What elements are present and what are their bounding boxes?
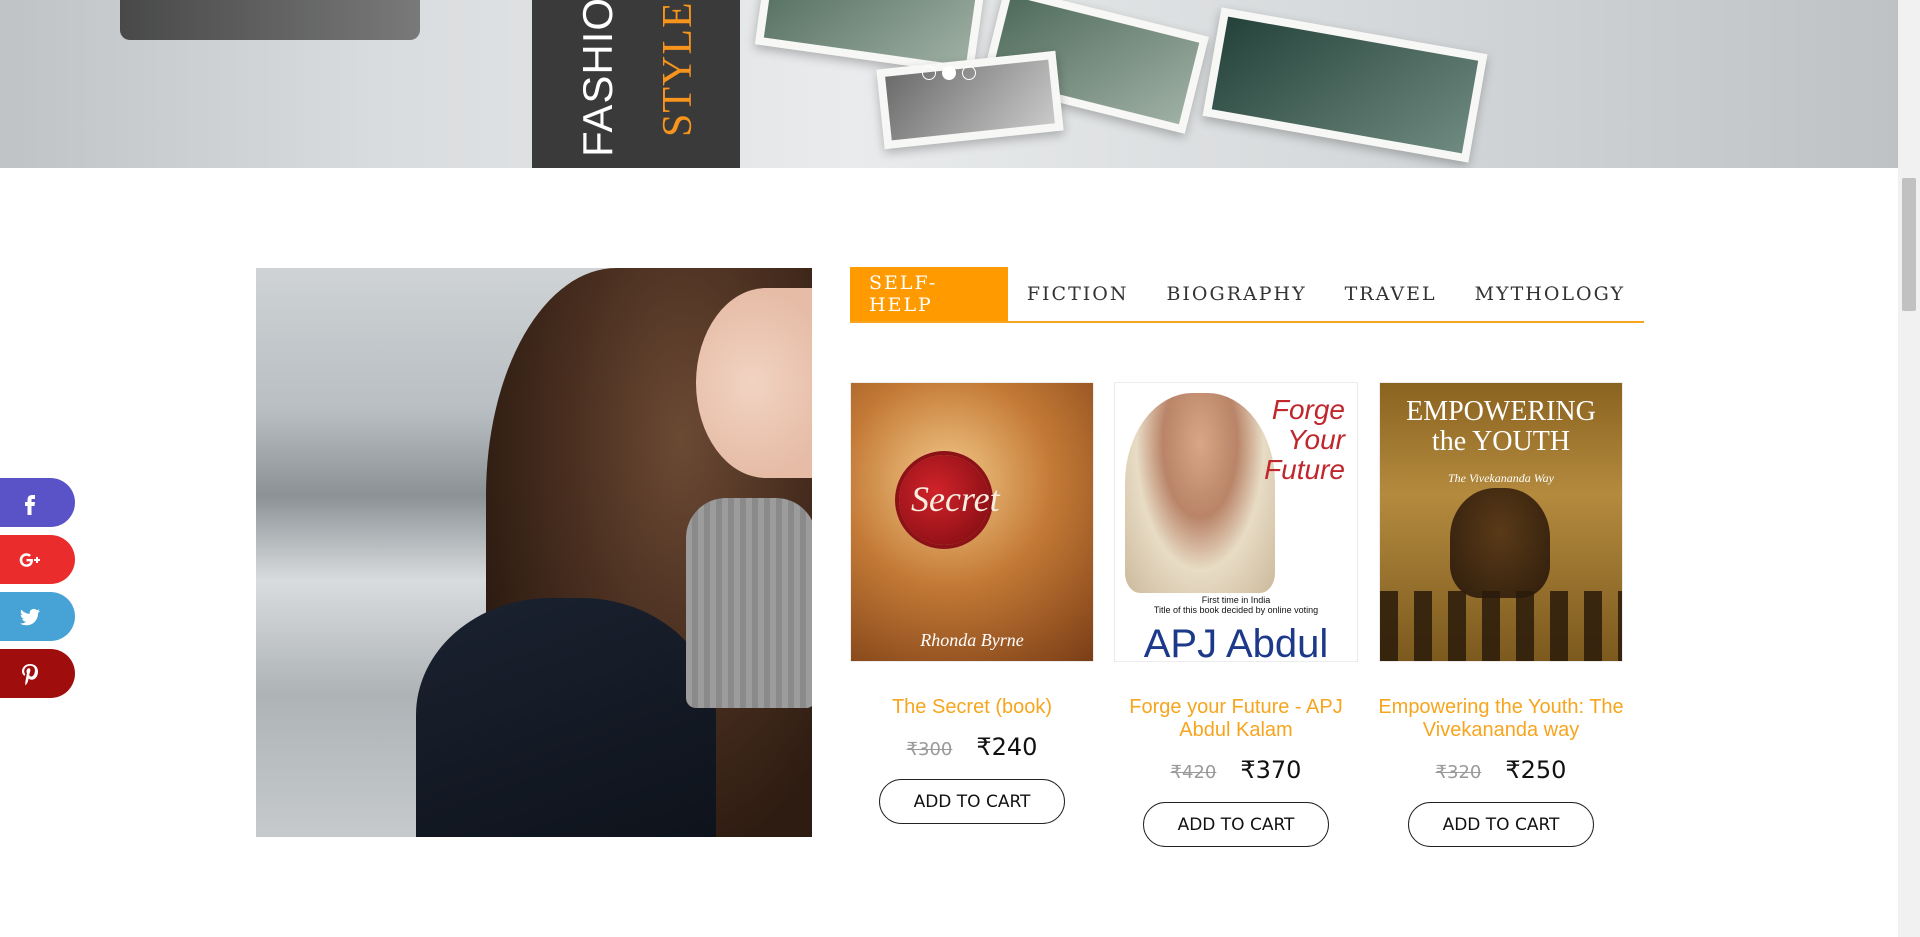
tab-biography[interactable]: BIOGRAPHY [1147,267,1325,321]
category-tabs: SELF-HELP FICTION BIOGRAPHY TRAVEL MYTHO… [850,267,1644,323]
slider-dot-2[interactable] [942,66,956,80]
google-plus-icon [19,552,40,567]
cover-title: Secret [911,479,1000,519]
old-price: ₹320 [1435,762,1482,783]
add-to-cart-button[interactable]: ADD TO CART [1408,802,1594,847]
twitter-share-button[interactable] [0,592,75,641]
cover-author: Rhonda Byrne [920,630,1024,650]
product-prices: ₹300 ₹240 [849,733,1095,761]
featured-model-image [256,268,812,837]
page-scrollbar[interactable] [1898,0,1920,937]
product-cover-image[interactable]: Secret Rhonda Byrne [850,382,1094,662]
pinterest-icon [22,663,38,685]
sale-price: ₹250 [1505,756,1567,784]
product-title-link[interactable]: Empowering the Youth: The Vivekananda wa… [1378,696,1624,742]
product-prices: ₹420 ₹370 [1113,756,1359,784]
hero-slider: FASHION STYLE I [0,0,1898,168]
product-cover-image[interactable]: Forge Your Future First time in India Ti… [1114,382,1358,662]
scrollbar-thumb[interactable] [1902,178,1916,311]
cover-portrait [1450,488,1550,598]
hero-background-shape [120,0,420,40]
sale-price: ₹370 [1240,756,1302,784]
add-to-cart-button[interactable]: ADD TO CART [1143,802,1329,847]
google-plus-share-button[interactable] [0,535,75,584]
cover-author: APJ Abdul [1143,622,1329,662]
cover-silhouettes [1380,591,1622,661]
old-price: ₹420 [1170,762,1217,783]
old-price: ₹300 [906,739,953,760]
twitter-icon [20,608,40,625]
cover-portrait [1125,393,1275,593]
slider-dot-1[interactable] [922,66,936,80]
cover-tagline: First time in India Title of this book d… [1153,595,1319,615]
tab-mythology[interactable]: MYTHOLOGY [1456,267,1644,321]
tab-self-help[interactable]: SELF-HELP [850,267,1008,321]
hero-banner: FASHION STYLE I [532,0,740,168]
product-title-link[interactable]: Forge your Future - APJ Abdul Kalam [1113,696,1359,742]
product-cover-image[interactable]: EMPOWERING the YOUTH The Vivekananda Way [1379,382,1623,662]
cover-title: Forge Your Future [1264,394,1345,485]
hero-banner-line-2: STYLE I [655,0,701,137]
hero-photo [1202,7,1488,163]
hero-banner-line-1: FASHION [574,0,621,157]
product-card: Forge Your Future First time in India Ti… [1113,382,1359,847]
product-card: Secret Rhonda Byrne The Secret (book) ₹3… [849,382,1095,824]
tab-fiction[interactable]: FICTION [1008,267,1148,321]
add-to-cart-button[interactable]: ADD TO CART [879,779,1065,824]
pinterest-share-button[interactable] [0,649,75,698]
sale-price: ₹240 [976,733,1038,761]
slider-dot-3[interactable] [962,66,976,80]
product-card: EMPOWERING the YOUTH The Vivekananda Way… [1378,382,1624,847]
tab-travel[interactable]: TRAVEL [1326,267,1456,321]
facebook-share-button[interactable] [0,478,75,527]
slider-dots [922,66,976,80]
product-title-link[interactable]: The Secret (book) [849,696,1095,719]
cover-subtitle: The Vivekananda Way [1448,471,1554,485]
social-share-bar [0,478,75,698]
product-prices: ₹320 ₹250 [1378,756,1624,784]
cover-title: EMPOWERING the YOUTH [1406,396,1596,457]
facebook-icon [25,494,35,515]
